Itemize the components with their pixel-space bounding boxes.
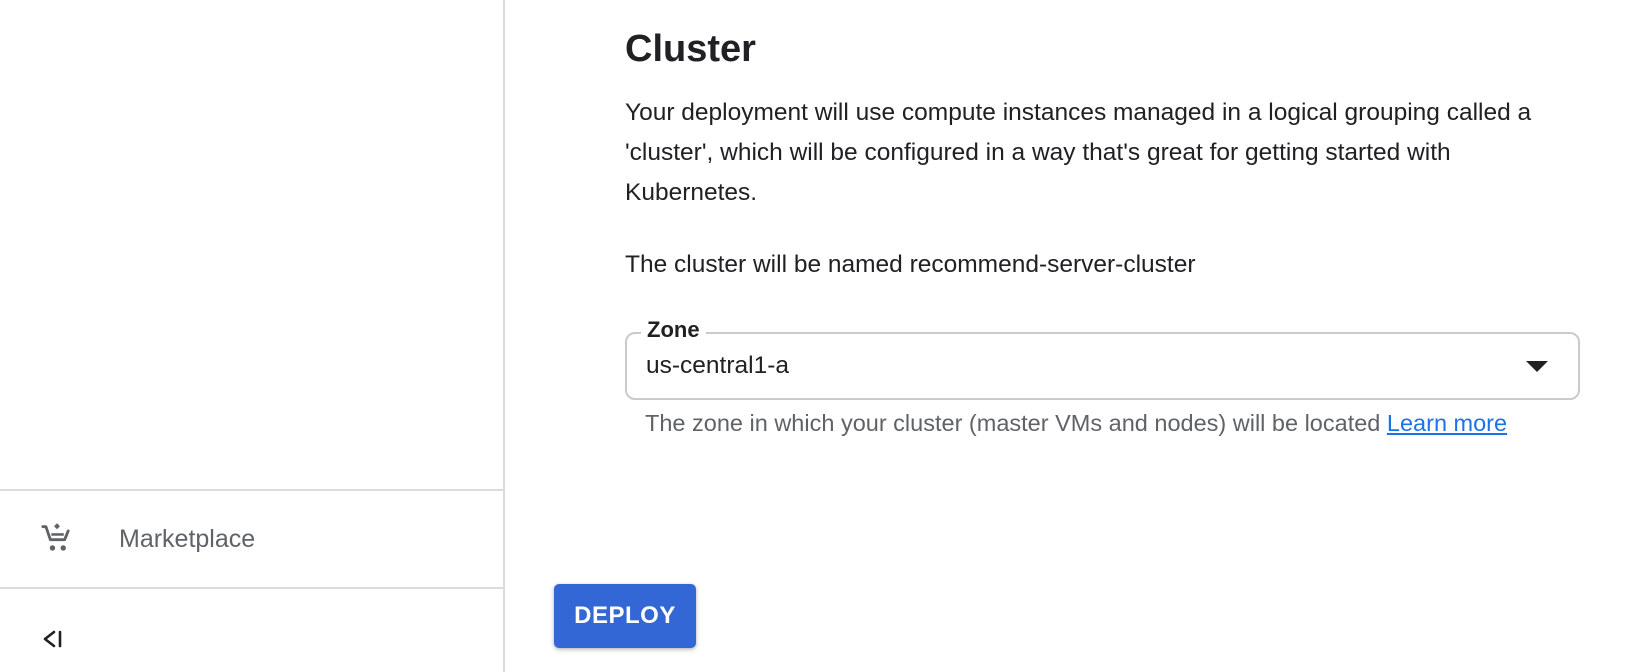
learn-more-link[interactable]: Learn more	[1387, 410, 1507, 436]
sidebar: Marketplace	[0, 0, 505, 672]
zone-label: Zone	[641, 315, 706, 345]
section-title: Cluster	[625, 28, 756, 70]
zone-helper-text: The zone in which your cluster (master V…	[645, 407, 1507, 439]
sidebar-divider	[0, 587, 503, 589]
sidebar-item-label: Marketplace	[119, 525, 256, 553]
main-content: Cluster Your deployment will use compute…	[505, 0, 1634, 672]
cluster-description: Your deployment will use compute instanc…	[625, 99, 1532, 206]
dropdown-arrow-icon	[1526, 361, 1548, 372]
cluster-name-text: The cluster will be named recommend-serv…	[625, 251, 1196, 278]
deploy-button[interactable]: DEPLOY	[554, 584, 696, 648]
collapse-sidebar-button[interactable]	[36, 624, 72, 656]
zone-helper-label: The zone in which your cluster (master V…	[645, 410, 1381, 436]
collapse-sidebar-icon	[36, 630, 72, 660]
sidebar-item-marketplace[interactable]: Marketplace	[0, 491, 503, 587]
page: Marketplace Cluster Your deployment will…	[0, 0, 1634, 672]
zone-select[interactable]: Zone us-central1-a	[625, 315, 1580, 400]
zone-value: us-central1-a	[646, 352, 789, 379]
marketplace-cart-icon	[40, 521, 74, 555]
